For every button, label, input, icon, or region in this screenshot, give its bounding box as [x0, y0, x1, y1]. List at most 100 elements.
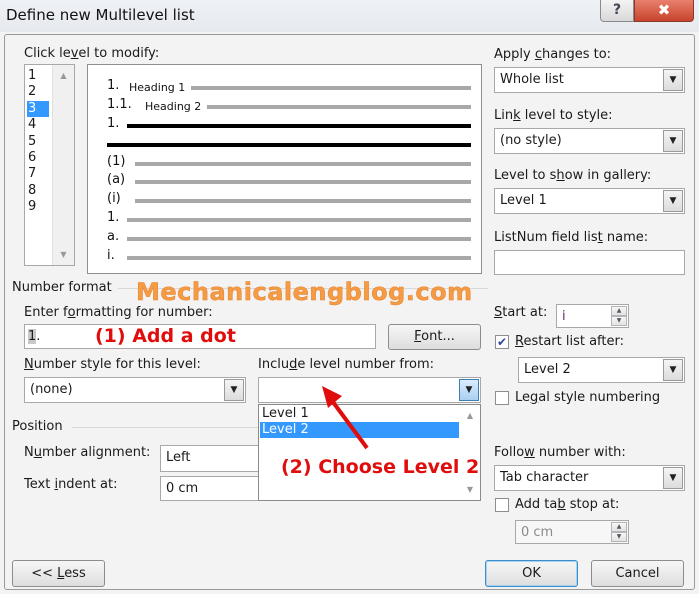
- window-title: Define new Multilevel list: [6, 6, 195, 24]
- dropdown-scrollbar[interactable]: ▲ ▼: [460, 405, 480, 500]
- scroll-up-icon[interactable]: ▲: [53, 71, 74, 80]
- preview-line: [190, 86, 471, 90]
- restart-after-select[interactable]: Level 2 ▼: [518, 357, 685, 383]
- preview-number: 1.: [107, 116, 120, 131]
- number-alignment-label: Number alignment:: [24, 445, 151, 460]
- preview-number: 1.1.: [107, 97, 132, 112]
- level-item-2[interactable]: 2: [27, 84, 49, 100]
- scroll-down-icon[interactable]: ▼: [53, 250, 74, 259]
- arrow-shaft: [328, 396, 369, 450]
- level-item-9[interactable]: 9: [27, 199, 49, 215]
- chevron-down-icon[interactable]: ▼: [224, 379, 244, 401]
- preview-number: (i): [107, 191, 121, 206]
- annotation-add-dot: (1) Add a dot: [95, 325, 236, 347]
- text-indent-value: 0 cm: [166, 481, 199, 496]
- preview-number: i.: [107, 248, 115, 263]
- chevron-down-icon[interactable]: ▼: [663, 359, 683, 381]
- spin-down-icon[interactable]: ▼: [611, 316, 627, 326]
- text-indent-label: Text indent at:: [24, 477, 118, 492]
- apply-changes-label: Apply changes to:: [494, 47, 612, 62]
- level-item-4[interactable]: 4: [27, 117, 49, 133]
- chevron-down-icon[interactable]: ▼: [663, 467, 683, 489]
- scroll-up-icon[interactable]: ▲: [460, 411, 480, 420]
- level-item-5[interactable]: 5: [27, 134, 49, 150]
- level-list[interactable]: 123456789 ▲ ▼: [24, 64, 75, 266]
- start-at-value: i: [562, 309, 566, 324]
- arrow-head-icon: [322, 386, 342, 408]
- start-at-label: Start at:: [494, 305, 548, 320]
- preview-number: a.: [107, 229, 120, 244]
- position-section-title: Position: [12, 419, 63, 434]
- level-item-3[interactable]: 3: [27, 100, 49, 117]
- preview-number: 1.: [107, 210, 120, 225]
- close-button[interactable]: ✖: [634, 0, 694, 22]
- help-icon: ?: [612, 2, 622, 18]
- chevron-down-icon[interactable]: ▼: [663, 130, 683, 152]
- apply-changes-value: Whole list: [500, 72, 564, 87]
- follow-number-label: Follow number with:: [494, 445, 626, 460]
- level-item-6[interactable]: 6: [27, 150, 49, 166]
- restart-list-label: Restart list after:: [515, 334, 624, 349]
- spin-down-icon[interactable]: ▼: [611, 532, 627, 542]
- gallery-level-select[interactable]: Level 1 ▼: [494, 188, 685, 214]
- preview-line: [135, 199, 471, 203]
- preview-line: [127, 218, 471, 222]
- less-button[interactable]: << Less: [12, 560, 105, 587]
- preview-heading-text: Heading 1: [129, 81, 186, 94]
- preview-number: (1): [107, 154, 126, 169]
- tab-stop-spinner[interactable]: 0 cm ▲ ▼: [515, 520, 629, 544]
- number-style-select[interactable]: (none) ▼: [24, 377, 246, 403]
- preview-line: [127, 124, 471, 128]
- preview-number: (a): [107, 172, 126, 187]
- title-bar: Define new Multilevel list: [0, 0, 699, 32]
- apply-changes-select[interactable]: Whole list ▼: [494, 67, 685, 93]
- ok-button[interactable]: OK: [485, 560, 578, 587]
- follow-number-select[interactable]: Tab character ▼: [494, 465, 685, 491]
- level-item-8[interactable]: 8: [27, 183, 49, 199]
- close-icon: ✖: [657, 1, 671, 19]
- preview-line: [135, 180, 471, 184]
- restart-list-checkbox[interactable]: ✔: [495, 335, 509, 349]
- number-format-section-title: Number format: [12, 280, 112, 295]
- level-list-scrollbar[interactable]: ▲ ▼: [52, 65, 74, 265]
- level-item-7[interactable]: 7: [27, 166, 49, 182]
- add-tab-stop-checkbox[interactable]: [495, 498, 509, 512]
- chevron-down-icon[interactable]: ▼: [663, 69, 683, 91]
- watermark: Mechanicalengblog.com: [136, 278, 473, 307]
- preview-heading-text: Heading 2: [145, 100, 202, 113]
- preview-line: [135, 162, 471, 166]
- number-alignment-select[interactable]: Left: [160, 445, 270, 472]
- chevron-down-icon[interactable]: ▼: [663, 190, 683, 212]
- list-preview: 1. Heading 1 1.1. Heading 2 1. (1) (a) (i) 1. a. i…: [87, 64, 482, 274]
- cancel-button[interactable]: Cancel: [591, 560, 684, 587]
- link-level-label: Link level to style:: [494, 108, 613, 123]
- link-level-value: (no style): [500, 133, 562, 148]
- preview-line: [127, 237, 471, 241]
- spin-up-icon[interactable]: ▲: [611, 306, 627, 316]
- include-level-label: Include level number from:: [258, 357, 435, 372]
- text-indent-spinner[interactable]: 0 cm: [160, 476, 270, 501]
- annotation-arrow: [322, 386, 369, 450]
- preview-line: [127, 256, 471, 260]
- tab-stop-value: 0 cm: [521, 525, 554, 540]
- number-style-value: (none): [30, 382, 73, 397]
- restart-after-value: Level 2: [524, 362, 571, 377]
- link-level-select[interactable]: (no style) ▼: [494, 128, 685, 154]
- annotation-choose-level-2: (2) Choose Level 2: [281, 456, 480, 478]
- level-item-1[interactable]: 1: [27, 68, 49, 84]
- add-tab-stop-label: Add tab stop at:: [515, 497, 620, 512]
- spin-up-icon[interactable]: ▲: [611, 522, 627, 532]
- number-style-label: Number style for this level:: [24, 357, 201, 372]
- chevron-down-icon[interactable]: ▼: [459, 379, 479, 401]
- start-at-spinner[interactable]: i ▲ ▼: [556, 304, 629, 328]
- help-button[interactable]: ?: [600, 0, 634, 22]
- font-button[interactable]: Font...: [388, 324, 481, 350]
- scroll-down-icon[interactable]: ▼: [460, 485, 480, 494]
- number-alignment-value: Left: [166, 450, 191, 465]
- checkmark-icon: ✔: [496, 335, 508, 349]
- gallery-level-label: Level to show in gallery:: [494, 168, 652, 183]
- preview-number: 1.: [107, 78, 120, 93]
- legal-style-checkbox[interactable]: [495, 391, 509, 405]
- legal-style-label: Legal style numbering: [515, 390, 661, 405]
- listnum-input[interactable]: [494, 250, 685, 275]
